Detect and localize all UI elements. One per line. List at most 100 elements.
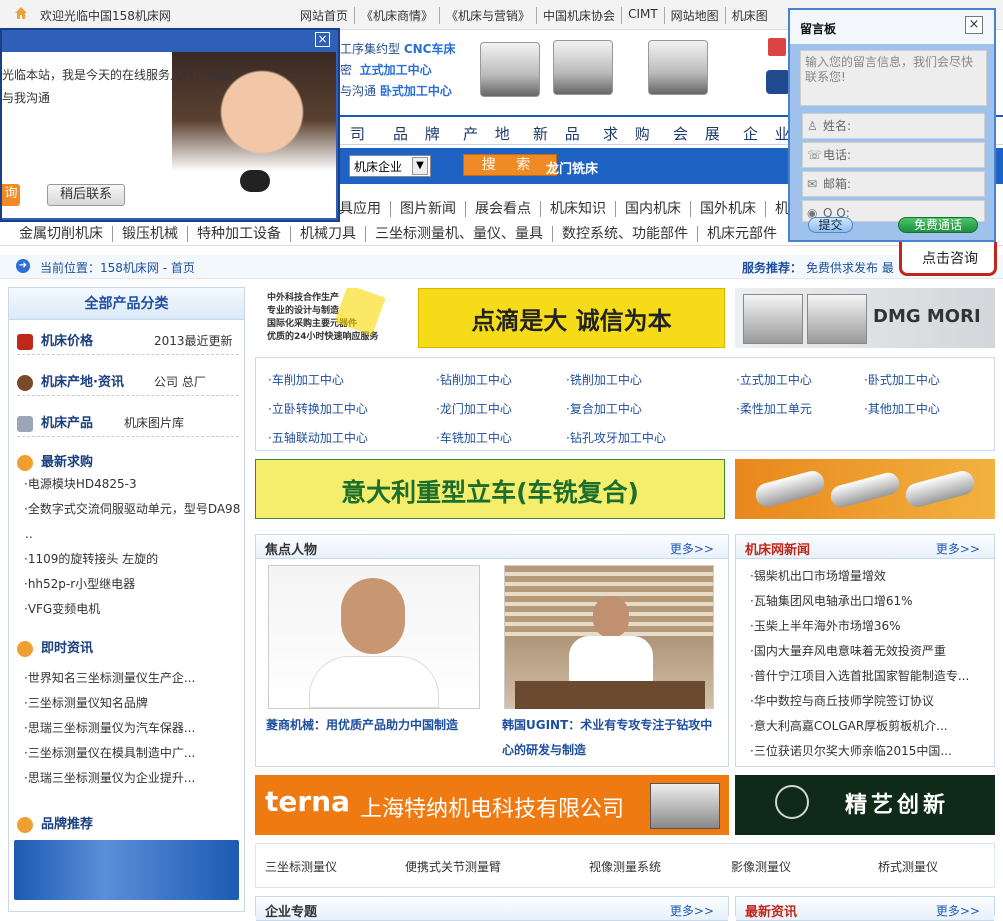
free-call-button[interactable]: 免费通话 xyxy=(898,217,978,233)
list-item[interactable]: ·hh52p-r小型继电器 xyxy=(24,572,244,597)
category-link[interactable]: ·立卧转换加工中心 xyxy=(268,400,368,417)
tab-cmm[interactable]: 三坐标测量仪 xyxy=(265,858,337,875)
hot-keyword[interactable]: 龙门铣床 xyxy=(546,158,598,177)
category-link[interactable]: ·其他加工中心 xyxy=(864,400,940,417)
news-item[interactable]: ·普什宁江项目入选首批国家智能制造专... xyxy=(750,664,990,689)
brand-vise-image[interactable] xyxy=(14,840,239,900)
news-item[interactable]: ·国内大量弃风电意味着无效投资严重 xyxy=(750,639,990,664)
name-field[interactable]: ♙ 姓名: xyxy=(802,113,985,139)
nav-item-expo[interactable]: 会 展 xyxy=(673,123,726,144)
top-link-more[interactable]: 机床图 xyxy=(724,7,774,24)
top-link-home[interactable]: 网站首页 xyxy=(300,7,354,24)
list-item[interactable]: ·VFG变频电机 xyxy=(24,597,244,622)
enterprise-more-link[interactable]: 更多>> xyxy=(670,902,714,919)
top-link-marketing[interactable]: 《机床与营销》 xyxy=(439,7,536,24)
nav-item-company[interactable]: 司 xyxy=(350,123,371,144)
sidebar-section-news[interactable]: 即时资讯 xyxy=(17,637,93,657)
ad-banner-slogan[interactable]: 点滴是大 诚信为本 xyxy=(418,288,725,348)
tab-arm[interactable]: 便携式关节测量臂 xyxy=(405,858,501,875)
consult-badge[interactable]: 点击咨询 xyxy=(899,242,997,276)
category-link[interactable]: ·车铣加工中心 xyxy=(436,429,512,446)
news-item[interactable]: ·锡柴机出口市场增量增效 xyxy=(750,564,990,589)
sub-nav-forging[interactable]: 锻压机械 xyxy=(112,226,187,242)
category-link[interactable]: ·五轴联动加工中心 xyxy=(268,429,368,446)
sub-nav-cmm[interactable]: 三坐标测量机、量仪、量具 xyxy=(365,226,552,242)
message-textarea[interactable]: 输入您的留言信息，我们会尽快联系您! xyxy=(800,50,987,106)
sub-nav-cutting[interactable]: 金属切削机床 xyxy=(10,226,112,242)
list-item[interactable]: ·1109的旋转接头 左旋的 xyxy=(24,547,244,572)
service-link[interactable]: 免费供求发布 最 xyxy=(806,259,894,276)
news-item[interactable]: ·玉柴上半年海外市场增36% xyxy=(750,614,990,639)
sub-nav-expo[interactable]: 展会看点 xyxy=(465,201,540,217)
category-link[interactable]: ·钻孔攻牙加工中心 xyxy=(566,429,666,446)
nav-item-new[interactable]: 新 品 xyxy=(533,123,586,144)
news-item[interactable]: ·瓦轴集团风电轴承出口增61% xyxy=(750,589,990,614)
sidebar-products-extra[interactable]: 机床图片库 xyxy=(124,414,184,431)
list-item[interactable]: ·三坐标测量仪知名品牌 xyxy=(24,691,244,716)
news-more-link[interactable]: 更多>> xyxy=(936,540,980,557)
top-link-association[interactable]: 中国机床协会 xyxy=(536,7,621,24)
sidebar-section-brand[interactable]: 品牌推荐 xyxy=(17,813,93,833)
tab-bridge[interactable]: 桥式测量仪 xyxy=(878,858,938,875)
email-field[interactable]: ✉ 邮箱: xyxy=(802,171,985,197)
news-item[interactable]: ·三位获诺贝尔奖大师亲临2015中国... xyxy=(750,739,990,764)
category-link[interactable]: ·铣削加工中心 xyxy=(566,371,642,388)
top-link-magazine[interactable]: 《机床商情》 xyxy=(354,7,439,24)
tab-video[interactable]: 视像测量系统 xyxy=(589,858,661,875)
consult-now-button[interactable]: 询 xyxy=(2,184,20,206)
list-item[interactable]: ·三坐标测量仪在模具制造中广... xyxy=(24,741,244,766)
sidebar-section-origin[interactable]: 机床产地·资讯 xyxy=(17,371,124,391)
promo-line-1[interactable]: 工序集约型 CNC车床 xyxy=(340,40,456,57)
person-photo-2[interactable] xyxy=(504,565,714,709)
ad-banner-text[interactable]: 中外科技合作生产 专业的设计与制造 国际化采购主要元器件 优质的24小时快速响应… xyxy=(255,288,415,348)
close-icon[interactable]: × xyxy=(315,32,330,47)
sub-nav-photo-news[interactable]: 图片新闻 xyxy=(390,201,465,217)
news-item[interactable]: ·华中数控与商丘技师学院签订协议 xyxy=(750,689,990,714)
ad-banner-terna[interactable]: terna 上海特纳机电科技有限公司 xyxy=(255,775,729,835)
sub-nav-domestic[interactable]: 国内机床 xyxy=(615,201,690,217)
list-item[interactable]: ·世界知名三坐标测量仪生产企... xyxy=(24,666,244,691)
category-link[interactable]: ·龙门加工中心 xyxy=(436,400,512,417)
ad-banner-dmg[interactable]: DMG MORI xyxy=(735,288,995,348)
sidebar-section-price[interactable]: 机床价格 xyxy=(17,330,93,350)
breadcrumb-text[interactable]: 当前位置：158机床网 - 首页 xyxy=(40,259,195,276)
top-link-cimt[interactable]: CIMT xyxy=(621,7,664,24)
nav-item-buy[interactable]: 求 购 xyxy=(603,123,656,144)
list-item[interactable]: ·思瑞三坐标测量仪为企业提升... xyxy=(24,766,244,791)
sidebar-price-extra[interactable]: 2013最近更新 xyxy=(154,332,233,349)
category-link[interactable]: ·柔性加工单元 xyxy=(736,400,812,417)
category-link[interactable]: ·复合加工中心 xyxy=(566,400,642,417)
close-ad-icon[interactable] xyxy=(768,38,786,56)
phone-field[interactable]: ☏ 电话: xyxy=(802,142,985,168)
contact-later-button[interactable]: 稍后联系 xyxy=(47,184,125,206)
chevron-down-icon[interactable]: ▼ xyxy=(412,157,428,175)
promo-line-3[interactable]: 与沟通 卧式加工中心 xyxy=(340,82,452,99)
close-icon[interactable]: × xyxy=(965,16,983,34)
sub-nav-special[interactable]: 特种加工设备 xyxy=(187,226,290,242)
nav-item-brand[interactable]: 品 牌 xyxy=(393,123,446,144)
sidebar-section-products[interactable]: 机床产品 xyxy=(17,412,93,432)
sub-nav-foreign[interactable]: 国外机床 xyxy=(690,201,765,217)
ad-banner-jingyi[interactable]: 精艺创新 xyxy=(735,775,995,835)
ad-banner-italy[interactable]: 意大利重型立车(车铣复合) xyxy=(255,459,725,519)
sidebar-section-buy[interactable]: 最新求购 xyxy=(17,451,93,471)
category-link[interactable]: ·钻削加工中心 xyxy=(436,371,512,388)
category-link[interactable]: ·车削加工中心 xyxy=(268,371,344,388)
sub-nav-knowledge[interactable]: 机床知识 xyxy=(540,201,615,217)
top-link-sitemap[interactable]: 网站地图 xyxy=(663,7,725,24)
list-item[interactable]: ·全数字式交流伺服驱动单元，型号DA98 xyxy=(24,497,244,522)
focus-more-link[interactable]: 更多>> xyxy=(670,540,714,557)
promo-line-2[interactable]: 密 立式加工中心 xyxy=(340,61,432,78)
search-button[interactable]: 搜 索 xyxy=(463,154,557,176)
list-item[interactable]: B... xyxy=(24,522,244,547)
list-item[interactable]: ·思瑞三坐标测量仪为汽车保器... xyxy=(24,716,244,741)
person-caption-2[interactable]: 韩国UGINT：术业有专攻专注于钻攻中心的研发与制造 xyxy=(502,713,724,763)
search-category-select[interactable]: 机床企业 ▼ xyxy=(349,155,431,177)
sub-nav-parts[interactable]: 机床元部件 xyxy=(697,226,786,242)
category-link[interactable]: ·卧式加工中心 xyxy=(864,371,940,388)
tab-image[interactable]: 影像测量仪 xyxy=(731,858,791,875)
ad-banner-spindle[interactable] xyxy=(735,459,995,519)
nav-item-origin[interactable]: 产 地 xyxy=(463,123,516,144)
person-photo-1[interactable] xyxy=(268,565,480,709)
sub-nav-cnc[interactable]: 数控系统、功能部件 xyxy=(552,226,697,242)
